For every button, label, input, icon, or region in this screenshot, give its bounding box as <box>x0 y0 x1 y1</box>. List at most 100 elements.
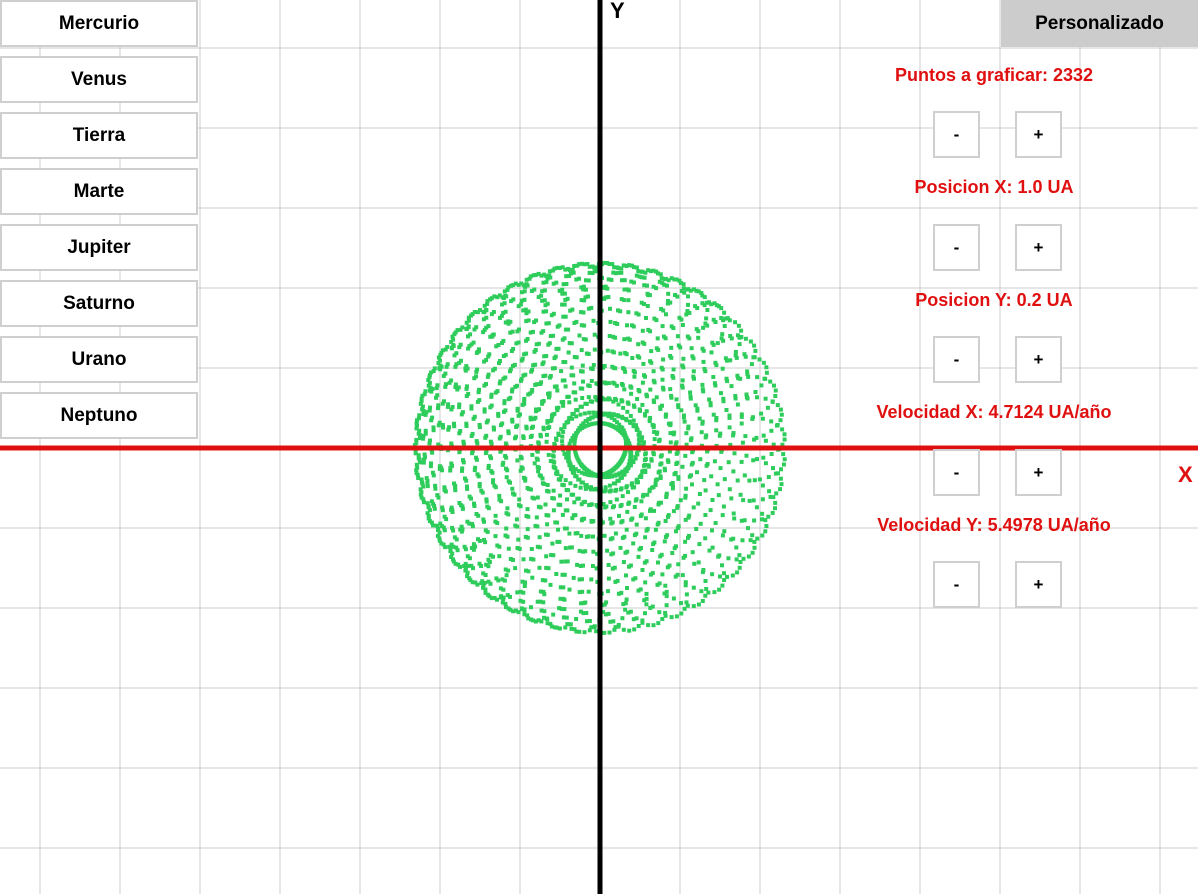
orbit-point <box>591 534 595 539</box>
orbit-point <box>637 389 642 394</box>
orbit-point <box>606 576 611 581</box>
orbit-point <box>552 465 557 470</box>
orbit-point <box>781 452 786 457</box>
orbit-point <box>554 384 559 389</box>
orbit-point <box>760 416 765 421</box>
orbit-point <box>551 333 555 338</box>
position-y-increase-button[interactable]: + <box>1015 336 1062 383</box>
orbit-point <box>658 406 663 411</box>
orbit-point <box>651 542 656 547</box>
orbit-point <box>746 374 751 379</box>
orbit-point <box>554 471 559 476</box>
orbit-point <box>515 423 520 428</box>
orbit-point <box>654 318 659 323</box>
orbit-point <box>500 600 505 605</box>
planet-button-marte[interactable]: Marte <box>0 168 198 215</box>
orbit-point <box>738 492 743 497</box>
orbit-point <box>560 434 565 439</box>
orbit-point <box>619 266 624 271</box>
orbit-point <box>734 557 739 562</box>
orbit-point <box>491 310 496 314</box>
orbit-point <box>581 310 586 315</box>
orbit-point <box>633 456 638 461</box>
orbit-point <box>470 521 475 526</box>
planet-button-urano[interactable]: Urano <box>0 336 198 383</box>
orbit-point <box>465 384 469 389</box>
position-x-increase-button[interactable]: + <box>1015 224 1062 271</box>
orbit-point <box>517 327 521 332</box>
orbit-point <box>503 533 508 538</box>
orbit-point <box>686 535 690 540</box>
orbit-point <box>622 298 627 303</box>
orbit-point <box>421 497 426 502</box>
orbit-point <box>664 495 669 499</box>
planet-button-jupiter[interactable]: Jupiter <box>0 224 198 271</box>
orbit-point <box>501 460 506 465</box>
orbit-point <box>570 470 575 475</box>
planet-button-saturno[interactable]: Saturno <box>0 280 198 327</box>
orbit-point <box>420 404 425 409</box>
orbit-point <box>494 576 499 581</box>
orbit-point <box>484 433 489 438</box>
orbit-point <box>504 605 508 610</box>
velocity-x-decrease-button[interactable]: - <box>933 449 980 496</box>
orbit-point <box>476 349 481 354</box>
orbit-point <box>757 477 762 482</box>
orbit-point <box>722 571 726 576</box>
planet-button-mercurio[interactable]: Mercurio <box>0 0 198 47</box>
orbit-point <box>524 568 528 573</box>
orbit-point <box>737 342 742 347</box>
orbit-point <box>498 359 502 363</box>
orbit-point <box>591 318 596 323</box>
points-decrease-button[interactable]: - <box>933 111 980 158</box>
orbit-point <box>539 293 544 298</box>
orbit-point <box>414 468 419 473</box>
orbit-point <box>759 383 764 388</box>
orbit-point <box>739 518 744 523</box>
custom-button[interactable]: Personalizado <box>1001 0 1198 47</box>
orbit-point <box>647 489 652 494</box>
orbit-point <box>679 601 683 606</box>
orbit-point <box>719 391 723 396</box>
points-increase-button[interactable]: + <box>1015 111 1062 158</box>
orbit-point <box>625 509 630 514</box>
position-x-decrease-button[interactable]: - <box>933 224 980 271</box>
orbit-point <box>747 478 752 483</box>
orbit-point <box>558 493 563 498</box>
orbit-point <box>636 624 641 628</box>
orbit-point <box>764 370 769 375</box>
orbit-point <box>533 348 538 352</box>
orbit-point <box>770 399 775 404</box>
orbit-point <box>615 265 620 270</box>
orbit-point <box>508 557 513 561</box>
orbit-point <box>532 287 537 292</box>
orbit-point <box>761 360 766 365</box>
orbit-point <box>727 415 732 420</box>
velocity-y-increase-button[interactable]: + <box>1015 561 1062 608</box>
orbit-point <box>655 582 660 587</box>
orbit-point <box>567 545 572 550</box>
orbit-point <box>464 421 469 426</box>
planet-button-neptuno[interactable]: Neptuno <box>0 392 198 439</box>
position-y-decrease-button[interactable]: - <box>933 336 980 383</box>
orbit-point <box>535 464 540 469</box>
orbit-point <box>608 537 613 542</box>
orbit-point <box>681 282 686 287</box>
planet-button-tierra[interactable]: Tierra <box>0 112 198 159</box>
orbit-point <box>481 517 486 522</box>
orbit-point <box>435 523 439 528</box>
orbit-point <box>714 363 719 368</box>
orbit-point <box>632 533 637 538</box>
orbit-point <box>527 391 532 396</box>
orbit-point <box>612 381 617 386</box>
orbit-point <box>477 422 482 427</box>
velocity-x-increase-button[interactable]: + <box>1015 449 1062 496</box>
orbit-point <box>663 414 668 419</box>
orbit-point <box>493 534 498 539</box>
orbit-point <box>671 596 676 601</box>
orbit-point <box>765 405 770 410</box>
velocity-y-decrease-button[interactable]: - <box>933 561 980 608</box>
planet-button-venus[interactable]: Venus <box>0 56 198 103</box>
orbit-point <box>560 439 565 444</box>
orbit-point <box>556 346 561 351</box>
